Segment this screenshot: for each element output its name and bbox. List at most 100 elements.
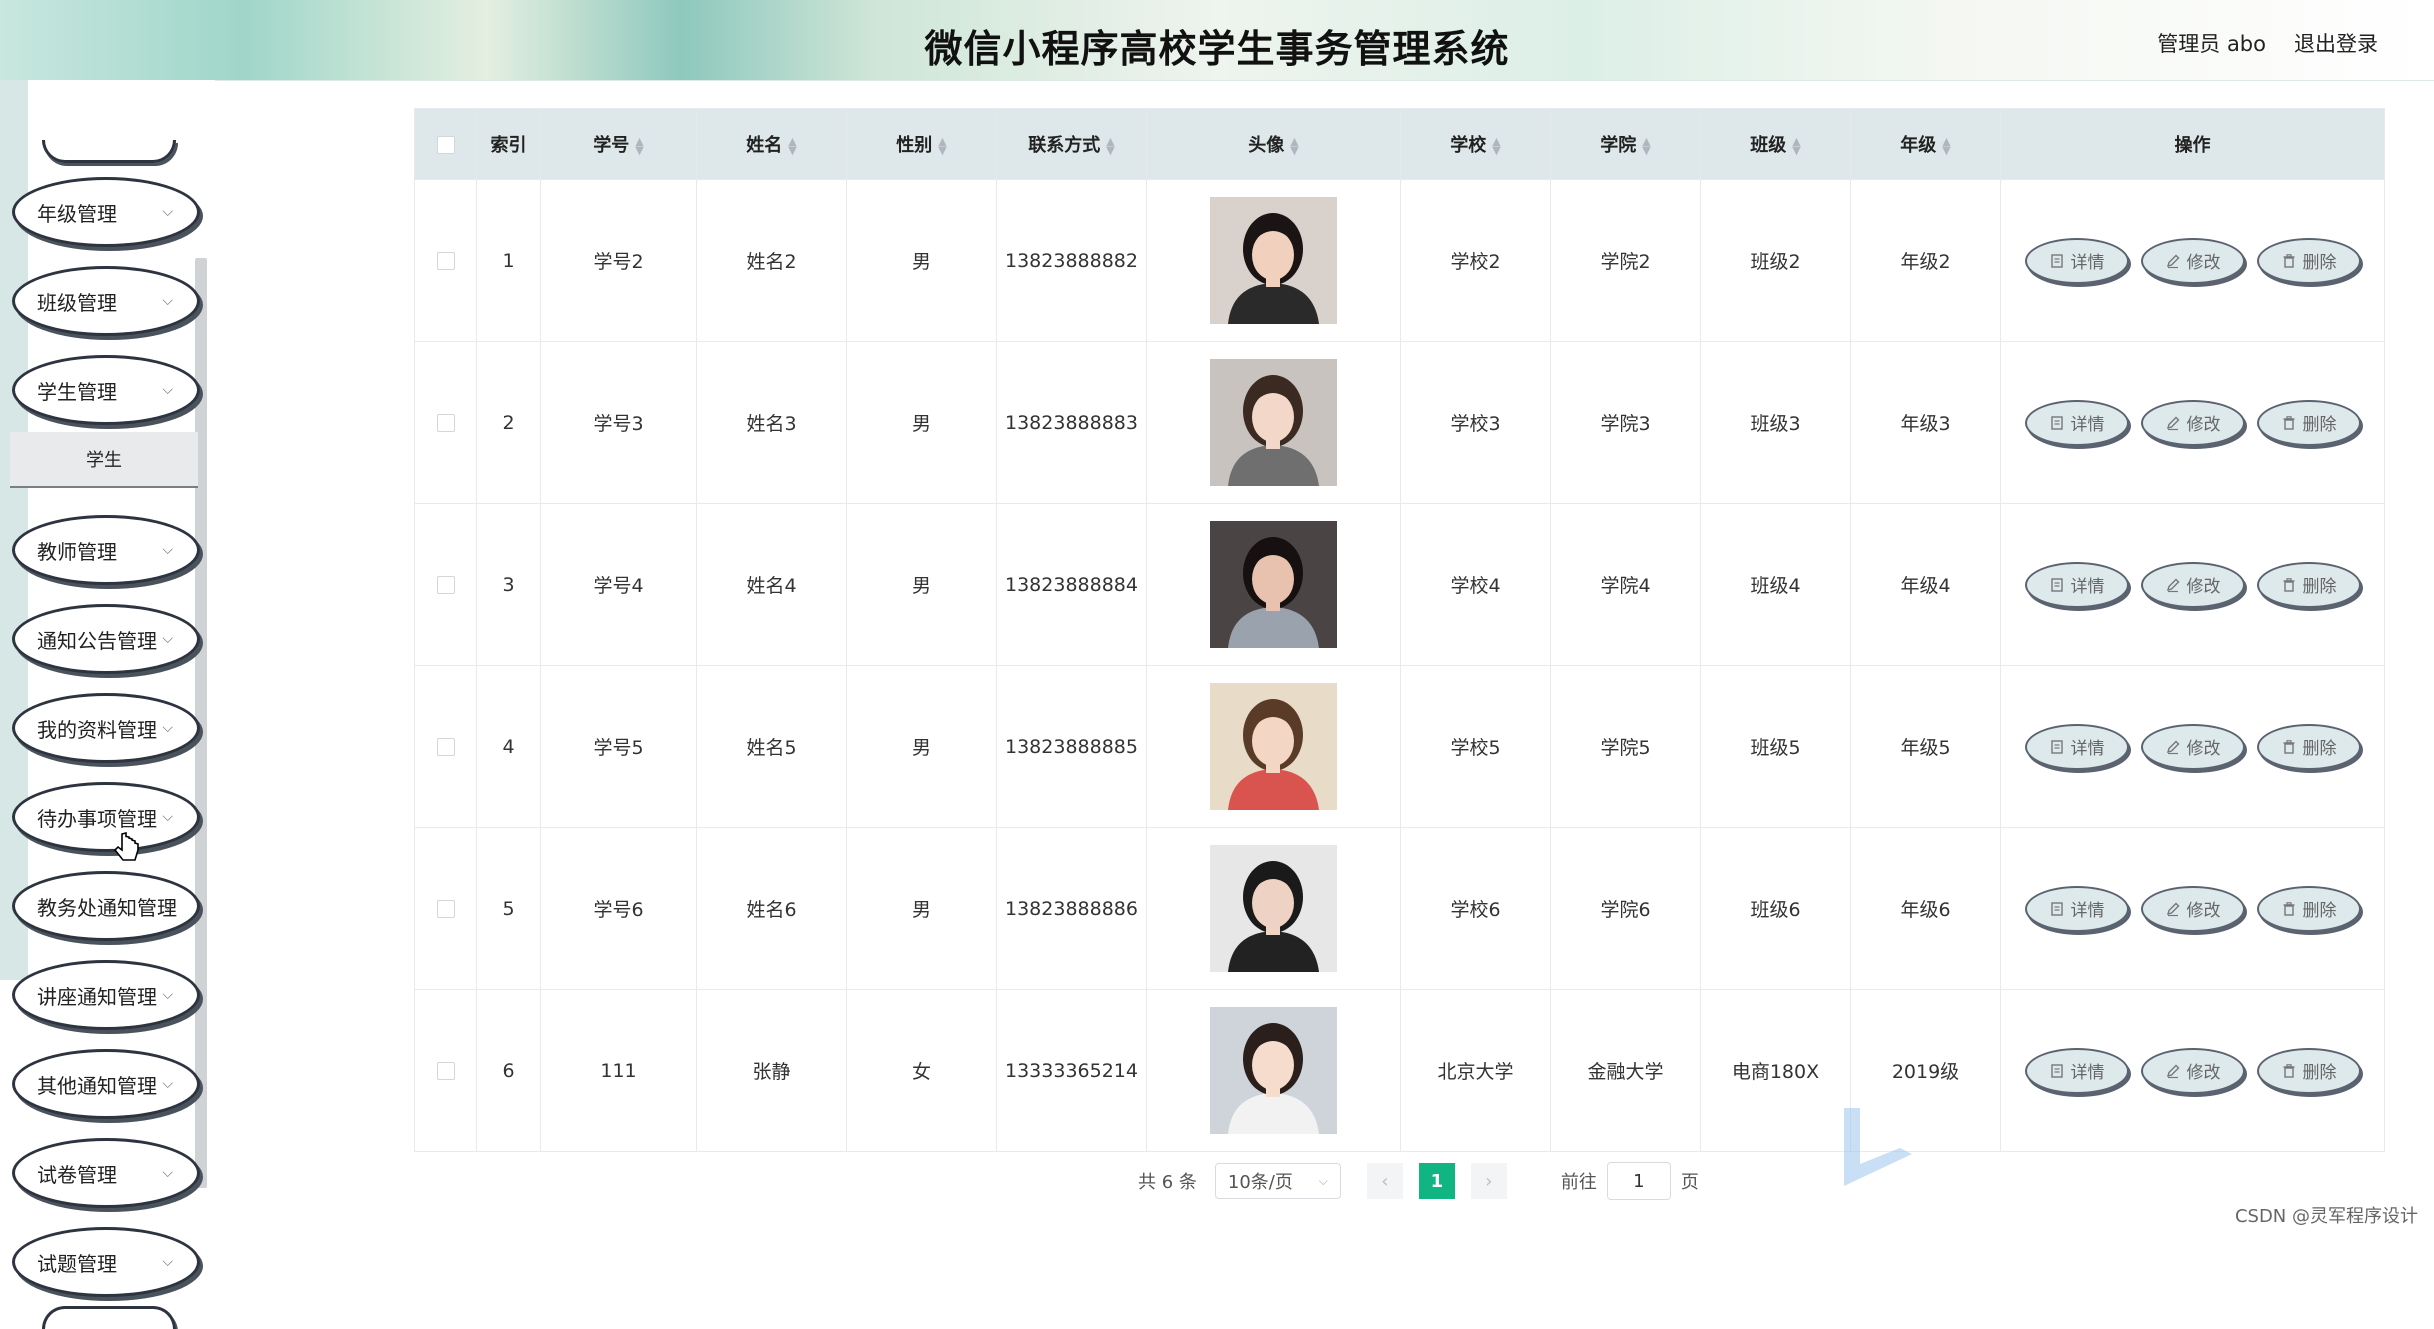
page-size-select[interactable]: 10条/页 ⌵ [1214,1163,1341,1199]
cell-college: 学院3 [1550,341,1701,504]
detail-button[interactable]: 详情 [2024,561,2129,608]
header-avatar[interactable]: 头像 ▲ ▼ [1146,108,1401,180]
edit-button[interactable]: 修改 [2140,561,2245,608]
edit-pencil-icon [2166,416,2179,430]
prev-page-button[interactable]: ‹ [1366,1163,1403,1199]
edit-button[interactable]: 修改 [2140,1047,2245,1094]
sidebar-item-11[interactable]: 试卷管理 ⌵ [12,1138,200,1208]
sidebar-item-2[interactable]: 班级管理 ⌵ [12,266,200,336]
cell-gender: 男 [846,503,997,666]
delete-button[interactable]: 删除 [2256,399,2361,446]
edit-pencil-icon [2166,740,2179,754]
cell-gender: 男 [846,827,997,990]
logout-link[interactable]: 退出登录 [2294,28,2378,58]
sort-caret-icon[interactable]: ▲ ▼ [1792,136,1800,156]
sort-caret-icon[interactable]: ▲ ▼ [938,136,946,156]
sort-caret-icon[interactable]: ▲ ▼ [1942,136,1950,156]
delete-button[interactable]: 删除 [2256,885,2361,932]
row-checkbox[interactable] [436,900,455,918]
row-checkbox[interactable] [436,252,455,270]
sort-caret-icon[interactable]: ▲ ▼ [788,136,796,156]
edit-button[interactable]: 修改 [2140,885,2245,932]
header-college[interactable]: 学院 ▲ ▼ [1550,108,1701,180]
sort-caret-icon[interactable]: ▲ ▼ [1290,136,1298,156]
select-all-cell[interactable] [414,108,477,180]
page-number-current[interactable]: 1 [1418,1163,1455,1199]
detail-button[interactable]: 详情 [2024,723,2129,770]
sidebar-item-label: 我的资料管理 [37,717,157,742]
edit-button[interactable]: 修改 [2140,723,2245,770]
cell-ops: 详情 修改 删除 [2000,179,2385,342]
row-checkbox[interactable] [436,1062,455,1080]
detail-button[interactable]: 详情 [2024,237,2129,284]
sidebar-item-9[interactable]: 讲座通知管理 ⌵ [12,960,200,1030]
row-select-cell[interactable] [414,179,477,342]
avatar-photo [1210,845,1337,972]
sidebar-subitem-student[interactable]: 学生 [10,432,198,488]
cell-contact: 13823888886 [996,827,1147,990]
select-all-checkbox[interactable] [436,135,455,154]
row-checkbox[interactable] [436,414,455,432]
sidebar-item-1[interactable]: 年级管理 ⌵ [12,177,200,247]
next-page-button[interactable]: › [1470,1163,1507,1199]
sidebar-item-10[interactable]: 其他通知管理 ⌵ [12,1049,200,1119]
sidebar-item-7[interactable]: 待办事项管理 ⌵ [12,782,200,852]
table-row[interactable]: 6 111 张静女 13333365214 北京大学 金融大学 电商180X 2019级 详情修… [414,989,2385,1152]
header-student-no[interactable]: 学号 ▲ ▼ [540,108,697,180]
table-row[interactable]: 4 学号5 姓名5 男 13823888885 学校5 学院5 班级5 年级5 详情 修改 删除 [414,665,2385,828]
cell-class: 班级5 [1700,665,1851,828]
header-grade[interactable]: 年级 ▲ ▼ [1850,108,2001,180]
table-row[interactable]: 2 学号3 姓名3 男 13823888883 学校3 学院3 班级3 年级3 详情 修改 删除 [414,341,2385,504]
sidebar-item-3[interactable]: 学生管理 ⌵ [12,355,200,425]
header-name[interactable]: 姓名 ▲ ▼ [696,108,847,180]
table-row[interactable]: 3 学号4 姓名4 男 13823888884 学校4 学院4 班级4 年级4 详情 修改 删除 [414,503,2385,666]
row-checkbox[interactable] [436,576,455,594]
row-select-cell[interactable] [414,989,477,1152]
trash-icon [2283,253,2294,268]
edit-pencil-icon [2166,254,2179,268]
cell-student-no: 学号3 [540,341,697,504]
header-school[interactable]: 学校 ▲ ▼ [1400,108,1551,180]
header-contact[interactable]: 联系方式 ▲ ▼ [996,108,1147,180]
chevron-down-icon: ⌵ [162,382,173,398]
sidebar-item-5[interactable]: 通知公告管理 ⌵ [12,604,200,674]
sidebar-item-6[interactable]: 我的资料管理 ⌵ [12,693,200,763]
sort-caret-icon[interactable]: ▲ ▼ [1106,136,1114,156]
sidebar-item-4[interactable]: 教师管理 ⌵ [12,515,200,585]
delete-button[interactable]: 删除 [2256,237,2361,284]
sort-caret-icon[interactable]: ▲ ▼ [635,136,643,156]
edit-button[interactable]: 修改 [2140,399,2245,446]
cell-school: 学校6 [1400,827,1551,990]
header-gender[interactable]: 性别 ▲ ▼ [846,108,997,180]
watermark-logo-icon [1844,1108,1912,1186]
row-checkbox[interactable] [436,738,455,756]
table-row[interactable]: 1 学号2 姓名2 男 13823888882 学校2 学院2 班级2 年级2 详情 修改 删除 [414,179,2385,342]
chevron-down-icon: ⌵ [162,204,173,220]
sort-caret-icon[interactable]: ▲ ▼ [1492,136,1500,156]
table-row[interactable]: 5 学号6 姓名6 男 13823888886 学校6 学院6 班级6 年级6 详情 修改 删除 [414,827,2385,990]
goto-page-input[interactable] [1606,1162,1671,1200]
detail-button[interactable]: 详情 [2024,885,2129,932]
row-select-cell[interactable] [414,665,477,828]
cell-name: 张静 [696,989,847,1152]
detail-button[interactable]: 详情 [2024,1047,2129,1094]
sidebar-item-partial-bottom[interactable] [42,1306,176,1329]
cell-avatar [1146,827,1401,990]
table-header-row: 索引 学号 ▲ ▼ 姓名 ▲ ▼ 性别 ▲ ▼ 联系方式 ▲ ▼ 头像 ▲ ▼ 学校 ▲ ▼ 学院 ▲ ▼ … [414,108,2385,180]
cell-index: 5 [476,827,541,990]
sidebar-item-partial-top[interactable] [42,140,176,163]
delete-button[interactable]: 删除 [2256,723,2361,770]
delete-button[interactable]: 删除 [2256,561,2361,608]
chevron-down-icon: ⌵ [162,1254,173,1270]
sort-caret-icon[interactable]: ▲ ▼ [1642,136,1650,156]
sidebar-item-label: 试卷管理 [37,1162,117,1187]
detail-button[interactable]: 详情 [2024,399,2129,446]
sidebar-item-8[interactable]: 教务处通知管理 ⌵ [12,871,200,941]
student-table: 索引 学号 ▲ ▼ 姓名 ▲ ▼ 性别 ▲ ▼ 联系方式 ▲ ▼ 头像 ▲ ▼ 学校 ▲ ▼ 学院 ▲ ▼ … [414,108,2385,1152]
row-select-cell[interactable] [414,503,477,666]
header-class[interactable]: 班级 ▲ ▼ [1700,108,1851,180]
row-select-cell[interactable] [414,341,477,504]
row-select-cell[interactable] [414,827,477,990]
delete-button[interactable]: 删除 [2256,1047,2361,1094]
edit-button[interactable]: 修改 [2140,237,2245,284]
